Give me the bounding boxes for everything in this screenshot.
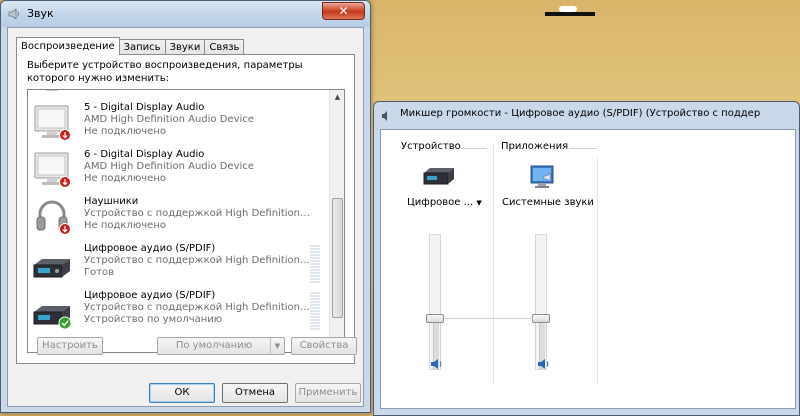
list-item-partial bbox=[28, 90, 330, 100]
device-name: 5 - Digital Display Audio bbox=[84, 102, 205, 113]
sound-dialog-titlebar[interactable]: Звук ✕ bbox=[1, 1, 370, 27]
list-item[interactable]: 5 - Digital Display Audio AMD High Defin… bbox=[28, 100, 330, 146]
device-status: Не подключено bbox=[84, 173, 166, 184]
volume-link-line bbox=[445, 318, 533, 319]
device-volume-slider-thumb[interactable] bbox=[426, 314, 444, 323]
properties-button[interactable]: Свойства bbox=[291, 337, 357, 355]
app-volume-slider-thumb[interactable] bbox=[532, 314, 550, 323]
digital-audio-icon bbox=[33, 259, 70, 278]
set-default-button[interactable]: По умолчанию ▼ bbox=[157, 337, 285, 355]
device-name: Цифровое аудио (S/PDIF) bbox=[84, 243, 216, 254]
playback-tab-panel: Выберите устройство воспроизведения, пар… bbox=[16, 54, 357, 364]
list-item[interactable]: 6 - Digital Display Audio AMD High Defin… bbox=[28, 147, 330, 193]
app-mute-speaker-icon[interactable] bbox=[537, 358, 551, 370]
device-status: Не подключено bbox=[84, 126, 166, 137]
ok-button[interactable]: ОК bbox=[149, 383, 215, 403]
chevron-down-icon[interactable]: ▼ bbox=[270, 338, 284, 354]
apps-group-label: Приложения bbox=[501, 141, 569, 152]
digital-audio-icon bbox=[423, 168, 454, 185]
tab-strip: Воспроизведение Запись Звуки Связь bbox=[16, 37, 245, 55]
close-button[interactable]: ✕ bbox=[322, 2, 365, 20]
monitor-icon bbox=[34, 152, 71, 188]
digital-audio-icon bbox=[33, 306, 72, 330]
tab-playback[interactable]: Воспроизведение bbox=[16, 37, 120, 55]
headphones-icon bbox=[36, 200, 71, 235]
device-description: Устройство с поддержкой High Definition … bbox=[84, 255, 310, 266]
scroll-up-arrow-icon[interactable]: ▲ bbox=[330, 90, 344, 105]
device-status: Не подключено bbox=[84, 220, 166, 231]
scrollbar-thumb[interactable] bbox=[332, 198, 343, 318]
playback-device-list[interactable]: 5 - Digital Display Audio AMD High Defin… bbox=[27, 89, 345, 353]
set-default-label: По умолчанию bbox=[175, 340, 253, 351]
sound-dialog-client: Воспроизведение Запись Звуки Связь Выбер… bbox=[7, 27, 364, 407]
apply-button[interactable]: Применить bbox=[295, 383, 361, 403]
device-name: Цифровое аудио (S/PDIF) bbox=[84, 290, 216, 301]
volume-level-meter bbox=[310, 292, 320, 330]
device-status: Устройство по умолчанию bbox=[84, 314, 223, 325]
list-item-selected[interactable]: Цифровое аудио (S/PDIF) Устройство с под… bbox=[28, 288, 330, 334]
volume-mixer-window: Микшер громкости - Цифровое аудио (S/PDI… bbox=[373, 101, 800, 416]
mixer-title: Микшер громкости - Цифровое аудио (S/PDI… bbox=[400, 108, 760, 119]
instructions-text: Выберите устройство воспроизведения, пар… bbox=[27, 60, 303, 84]
volume-level-meter bbox=[310, 245, 320, 283]
monitor-icon bbox=[46, 90, 58, 91]
monitor-icon bbox=[34, 105, 71, 141]
device-description: AMD High Definition Audio Device bbox=[84, 161, 254, 172]
system-sounds-label: Системные звуки bbox=[502, 197, 594, 208]
mixer-client: Устройство Цифровое ... ▼ Приложения Сис… bbox=[380, 129, 796, 409]
chevron-down-icon: ▼ bbox=[476, 199, 482, 207]
desktop-speaker-overlay bbox=[545, 4, 595, 18]
device-description: AMD High Definition Audio Device bbox=[84, 114, 254, 125]
group-divider bbox=[461, 148, 487, 149]
group-divider bbox=[569, 148, 597, 149]
device-description: Устройство с поддержкой High Definition … bbox=[84, 208, 310, 219]
device-status: Готов bbox=[84, 267, 115, 278]
tab-recording[interactable]: Запись bbox=[118, 39, 166, 55]
device-selector-label: Цифровое ... bbox=[407, 197, 474, 208]
device-group-label: Устройство bbox=[401, 141, 461, 152]
device-description: Устройство с поддержкой High Definition … bbox=[84, 302, 310, 313]
device-name: 6 - Digital Display Audio bbox=[84, 149, 205, 160]
list-item[interactable]: Цифровое аудио (S/PDIF) Устройство с под… bbox=[28, 241, 330, 287]
sound-dialog-title: Звук bbox=[27, 7, 54, 20]
group-separator bbox=[493, 144, 494, 384]
device-selector[interactable]: Цифровое ... ▼ bbox=[407, 197, 482, 208]
device-mute-speaker-icon[interactable] bbox=[430, 358, 444, 370]
speaker-title-icon bbox=[8, 8, 19, 20]
device-list-scrollbar[interactable]: ▲ ▼ bbox=[329, 90, 344, 352]
app-column-separator bbox=[597, 158, 598, 384]
tab-communications[interactable]: Связь bbox=[204, 39, 245, 55]
tab-sounds[interactable]: Звуки bbox=[164, 39, 206, 55]
system-sounds-icon bbox=[530, 165, 554, 188]
speaker-title-icon bbox=[382, 111, 387, 121]
cancel-button[interactable]: Отмена bbox=[222, 383, 288, 403]
sound-dialog-window: Звук ✕ Воспроизведение Запись Звуки Связ… bbox=[0, 0, 371, 413]
configure-button[interactable]: Настроить bbox=[37, 337, 103, 355]
device-name: Наушники bbox=[84, 196, 139, 207]
list-item[interactable]: Наушники Устройство с поддержкой High De… bbox=[28, 194, 330, 240]
